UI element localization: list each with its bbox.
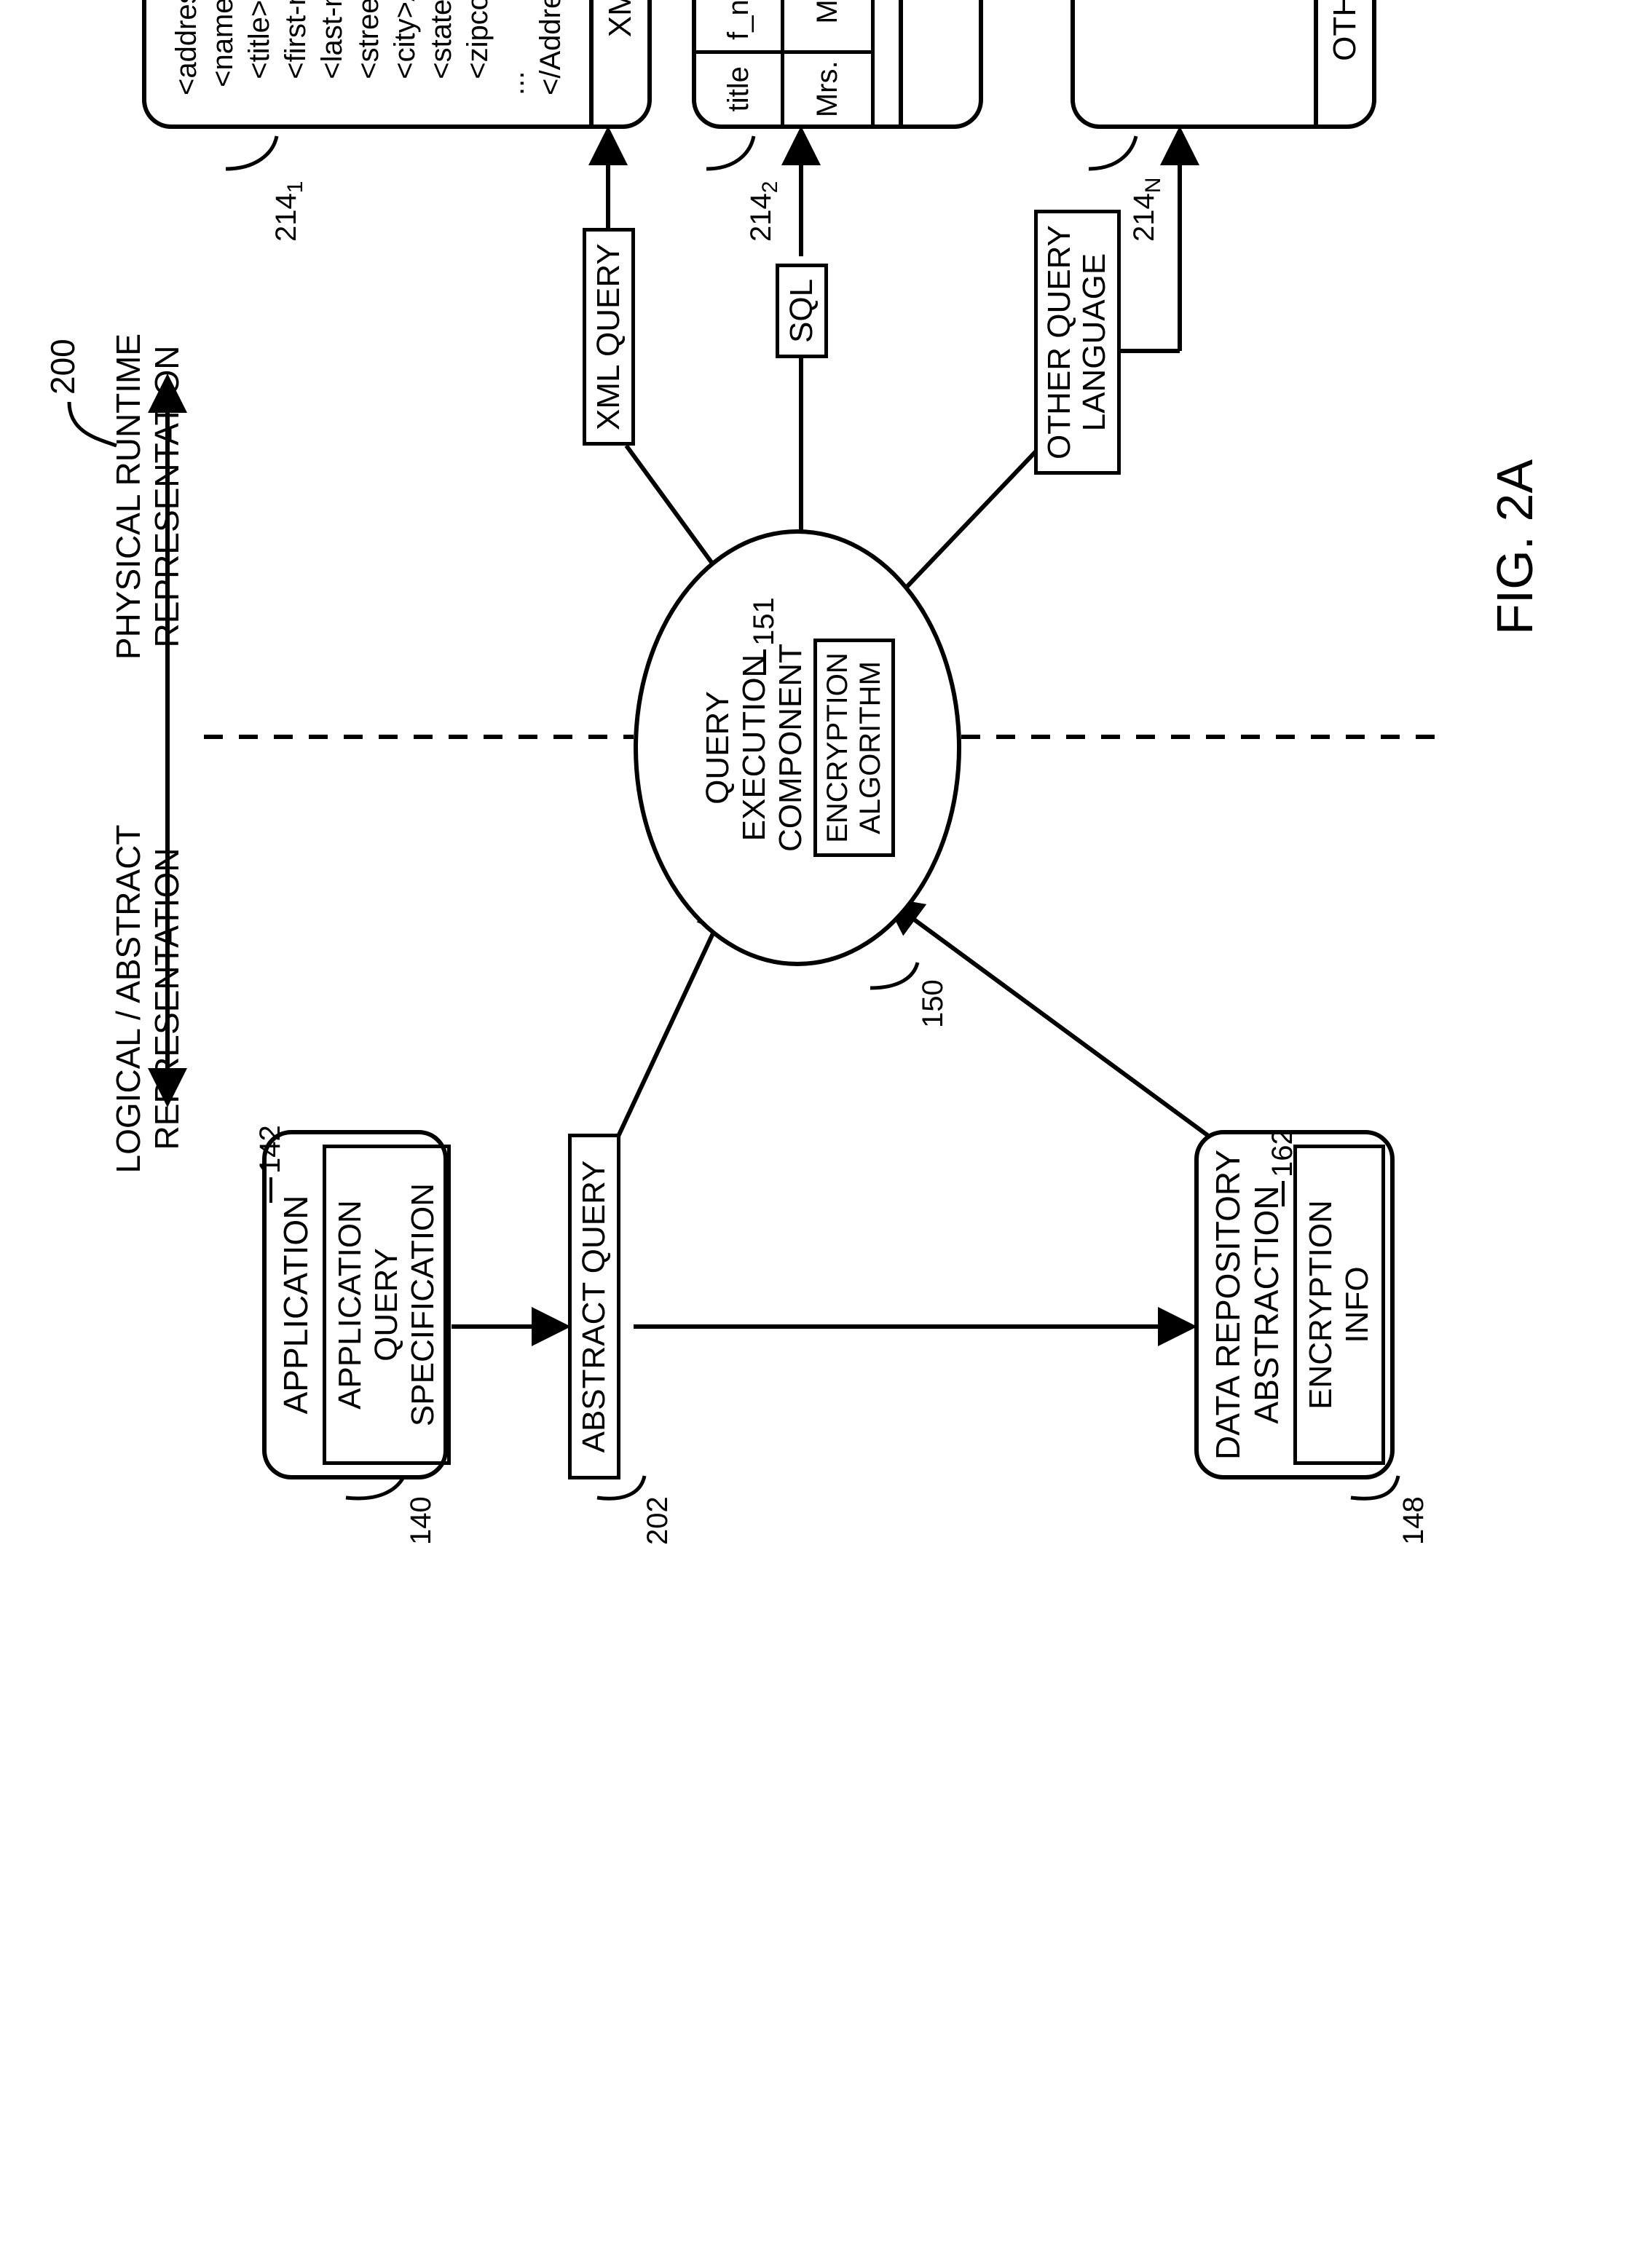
other-query-tag: OTHER QUERY LANGUAGE xyxy=(1034,210,1121,475)
ref-202: 202 xyxy=(641,1496,674,1545)
xml-query-tag: XML QUERY xyxy=(583,228,635,446)
app-query-spec: APPLICATION QUERY SPECIFICATION xyxy=(323,1145,451,1465)
ref-151-line xyxy=(763,649,766,675)
dra-box: DATA REPOSITORY ABSTRACTION ENCRYPTION I… xyxy=(1194,1130,1395,1479)
ref-162-line xyxy=(1282,1181,1285,1206)
dra-title: DATA REPOSITORY ABSTRACTION xyxy=(1209,1150,1286,1460)
ref-214-1: 2141 xyxy=(269,181,309,242)
ref-214-2: 2142 xyxy=(744,181,784,242)
ref-162: 162 xyxy=(1266,1129,1299,1177)
application-title: APPLICATION xyxy=(277,1196,315,1415)
rel-rep-box: title f_name l_name street city age Mrs.… xyxy=(692,0,983,129)
cell-title: Mrs. xyxy=(783,52,873,125)
ref-140: 140 xyxy=(404,1496,438,1545)
cell-fname: Mary xyxy=(783,0,873,52)
ref-150: 150 xyxy=(916,979,950,1028)
ref-142-line xyxy=(269,1177,272,1203)
abstract-query: ABSTRACT QUERY xyxy=(568,1134,620,1479)
xml-content: <address> <name> <title> Mrs.</title> <f… xyxy=(146,0,591,125)
rel-table: title f_name l_name street city age Mrs.… xyxy=(696,0,916,125)
qec: QUERY EXECUTION COMPONENT ENCRYPTION ALG… xyxy=(634,529,961,966)
xml-rep-box: <address> <name> <title> Mrs.</title> <f… xyxy=(142,0,652,129)
ref-200: 200 xyxy=(44,339,82,395)
header-right: PHYSICAL RUNTIME REPRESENTATION xyxy=(109,293,186,700)
rel-rep-footer: RELATIONAL DATA REPRESENTATION xyxy=(899,0,979,125)
other-rep-box: OTHER DATA REPRESENTATION xyxy=(1071,0,1376,129)
other-rep-footer: OTHER DATA REPRESENTATION xyxy=(1314,0,1372,125)
sql-tag: SQL xyxy=(776,264,828,358)
col-title: title xyxy=(696,52,783,125)
ref-151: 151 xyxy=(747,597,781,646)
qec-inner: ENCRYPTION ALGORITHM xyxy=(813,639,895,857)
col-fname: f_name xyxy=(696,0,783,52)
application-box: APPLICATION APPLICATION QUERY SPECIFICAT… xyxy=(262,1130,448,1479)
ref-214-n: 214N xyxy=(1127,178,1167,242)
xml-rep-footer: XML DATA REPRESENTATION xyxy=(589,0,647,125)
ref-148: 148 xyxy=(1397,1496,1430,1545)
header-left: LOGICAL / ABSTRACT REPRESENTATION xyxy=(109,773,186,1225)
dra-inner: ENCRYPTION INFO xyxy=(1293,1145,1385,1465)
ref-142: 142 xyxy=(253,1125,287,1174)
figure-label: FIG. 2A xyxy=(1486,459,1544,635)
